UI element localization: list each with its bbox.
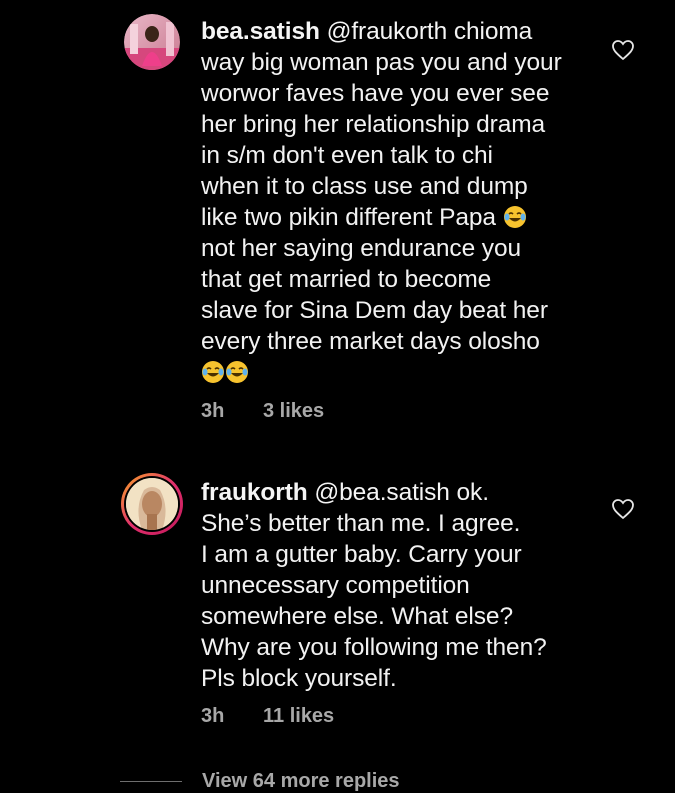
comment-line: not her saying endurance you [201,235,522,262]
comment-line: She’s better than me. I agree. [201,510,521,537]
avatar[interactable] [124,14,180,70]
comment-line: her bring her relationship drama [201,111,546,138]
comment-text: bea.satish @fraukorth chioma way big wom… [201,16,601,388]
face-with-tears-of-joy-icon [503,205,527,229]
comment-line: way big woman pas you and your [201,49,562,76]
comment-line: Pls block yourself. [201,665,397,692]
comment-username[interactable]: bea.satish [201,18,320,45]
comment-line: slave for Sina Dem day beat her [201,297,548,324]
comment-meta: 3h 3 likes [201,400,324,423]
comment-line: worwor faves have you ever see [201,80,550,107]
comment-line: in s/m don't even talk to chi [201,142,493,169]
comment-meta: 3h 11 likes [201,705,334,728]
comment-line: when it to class use and dump [201,173,528,200]
comment-line: ok. [449,479,489,506]
comment-time: 3h [201,400,225,422]
comment-line: like two pikin different Papa [201,204,503,231]
comment-line: somewhere else. What else? [201,603,513,630]
comment-line: unnecessary competition [201,572,470,599]
comment-line: I am a gutter baby. Carry your [201,541,522,568]
comment-line: chioma [447,18,533,45]
divider-line [120,781,182,782]
face-with-tears-of-joy-icon [201,360,225,384]
face-with-tears-of-joy-icon [225,360,249,384]
comment-text: fraukorth @bea.satish ok. She’s better t… [201,477,601,694]
comment-time: 3h [201,705,225,727]
heart-outline-icon[interactable] [611,39,635,61]
comment-line: that get married to become [201,266,492,293]
comment-username[interactable]: fraukorth [201,479,308,506]
comment-likes[interactable]: 11 likes [263,705,334,728]
avatar[interactable] [121,473,183,535]
comment-mention[interactable]: @fraukorth [327,18,448,45]
comment-likes[interactable]: 3 likes [263,400,324,423]
comment-line: Why are you following me then? [201,634,547,661]
comment-line: every three market days olosho [201,328,540,355]
comment-mention[interactable]: @bea.satish [314,479,450,506]
heart-outline-icon[interactable] [611,498,635,520]
